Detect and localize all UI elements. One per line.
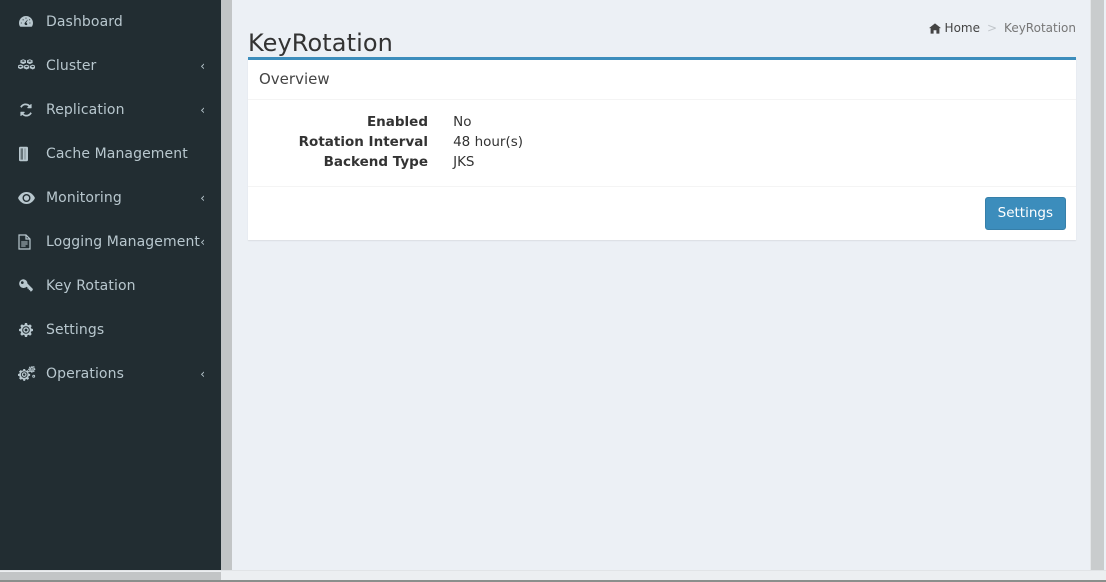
eye-icon — [18, 190, 40, 206]
sidebar-scrollbar[interactable] — [221, 0, 232, 570]
cubes-icon — [18, 58, 40, 74]
sidebar-item-cache-management[interactable]: Cache Management — [0, 132, 221, 176]
gears-icon — [18, 366, 40, 382]
home-icon — [928, 22, 941, 34]
sidebar: Dashboard Cluster ‹ Replication ‹ Cache … — [0, 0, 221, 570]
sidebar-item-logging-management[interactable]: Logging Management ‹ — [0, 220, 221, 264]
sidebar-scrollbar-thumb[interactable] — [221, 0, 232, 570]
sidebar-item-label: Key Rotation — [46, 278, 136, 294]
database-icon — [18, 146, 40, 162]
overview-panel: Overview Enabled No Rotation Interval 48… — [248, 57, 1076, 240]
page-title: KeyRotation — [248, 29, 393, 58]
refresh-icon — [18, 102, 40, 118]
overview-panel-header: Overview — [248, 60, 1076, 100]
breadcrumb-current: KeyRotation — [1004, 21, 1076, 35]
page-scrollbar[interactable] — [1090, 0, 1104, 570]
overview-panel-title: Overview — [259, 70, 330, 88]
file-text-icon — [18, 234, 40, 250]
settings-button[interactable]: Settings — [984, 196, 1066, 231]
field-label-rotation-interval: Rotation Interval — [298, 134, 428, 150]
sidebar-item-monitoring[interactable]: Monitoring ‹ — [0, 176, 221, 220]
field-value-enabled: No — [453, 114, 472, 130]
breadcrumb: Home > KeyRotation — [928, 20, 1076, 36]
sidebar-item-label: Settings — [46, 322, 105, 338]
breadcrumb-separator: > — [986, 21, 998, 35]
sidebar-item-replication[interactable]: Replication ‹ — [0, 88, 221, 132]
sidebar-item-label: Logging Management — [46, 234, 201, 250]
main-content: KeyRotation Home > KeyRotation Overview … — [232, 0, 1090, 570]
dashboard-icon — [18, 14, 40, 30]
overview-field-row: Enabled No — [258, 112, 1066, 132]
overview-panel-footer: Settings — [248, 186, 1076, 240]
sidebar-item-operations[interactable]: Operations ‹ — [0, 352, 221, 396]
chevron-left-icon: ‹ — [200, 59, 205, 73]
field-label-backend-type: Backend Type — [323, 154, 428, 170]
overview-field-row: Backend Type JKS — [258, 152, 1066, 172]
field-label-enabled: Enabled — [366, 114, 428, 130]
sidebar-item-label: Replication — [46, 102, 125, 118]
breadcrumb-home-label: Home — [944, 21, 980, 35]
sidebar-nav: Dashboard Cluster ‹ Replication ‹ Cache … — [0, 0, 221, 396]
sidebar-item-cluster[interactable]: Cluster ‹ — [0, 44, 221, 88]
sidebar-item-label: Operations — [46, 366, 124, 382]
chevron-left-icon: ‹ — [200, 235, 205, 249]
overview-panel-body: Enabled No Rotation Interval 48 hour(s) … — [248, 100, 1076, 186]
overview-field-row: Rotation Interval 48 hour(s) — [258, 132, 1066, 152]
breadcrumb-home-link[interactable]: Home — [928, 20, 980, 36]
sidebar-item-dashboard[interactable]: Dashboard — [0, 0, 221, 44]
page-scrollbar-thumb[interactable] — [1091, 0, 1104, 570]
sidebar-item-label: Cache Management — [46, 146, 188, 162]
field-value-rotation-interval: 48 hour(s) — [453, 134, 524, 150]
sidebar-item-settings[interactable]: Settings — [0, 308, 221, 352]
sidebar-item-label: Cluster — [46, 58, 97, 74]
sidebar-item-label: Monitoring — [46, 190, 122, 206]
sidebar-item-key-rotation[interactable]: Key Rotation — [0, 264, 221, 308]
gear-icon — [18, 322, 40, 338]
chevron-left-icon: ‹ — [200, 191, 205, 205]
key-icon — [18, 278, 40, 294]
chevron-left-icon: ‹ — [200, 367, 205, 381]
field-value-backend-type: JKS — [453, 154, 475, 170]
chevron-left-icon: ‹ — [200, 103, 205, 117]
sidebar-item-label: Dashboard — [46, 14, 123, 30]
overview-definition-list: Enabled No Rotation Interval 48 hour(s) … — [258, 112, 1066, 172]
page-header: KeyRotation Home > KeyRotation — [232, 0, 1090, 57]
